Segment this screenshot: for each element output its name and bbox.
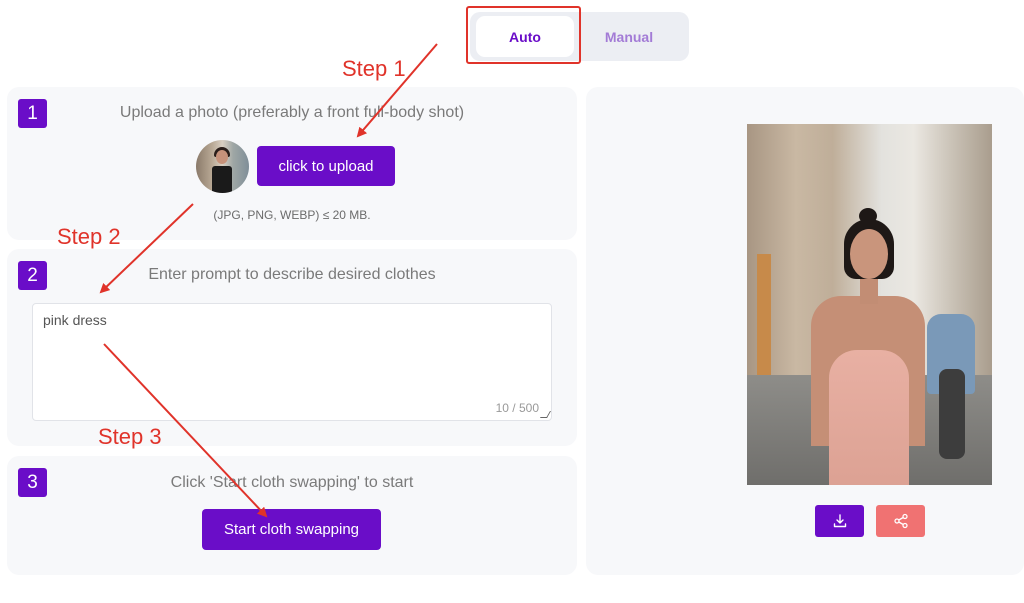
step2-panel: 2 Enter prompt to describe desired cloth… xyxy=(7,249,577,446)
annotation-step2-label: Step 2 xyxy=(57,224,121,249)
step1-title: Upload a photo (preferably a front full-… xyxy=(119,104,465,121)
result-image xyxy=(747,124,992,485)
upload-button[interactable]: click to upload xyxy=(257,146,395,186)
prompt-field-container: 10 / 500 xyxy=(32,303,552,421)
share-icon xyxy=(893,513,908,529)
start-cloth-swapping-button[interactable]: Start cloth swapping xyxy=(202,509,381,550)
step2-title: Enter prompt to describe desired clothes xyxy=(148,266,436,283)
download-button[interactable] xyxy=(815,505,864,537)
uploaded-photo-thumbnail[interactable] xyxy=(196,140,249,193)
step3-panel: 3 Click 'Start cloth swapping' to start … xyxy=(7,456,577,575)
step3-title: Click 'Start cloth swapping' to start xyxy=(170,474,414,491)
annotation-step3-label: Step 3 xyxy=(98,424,162,449)
download-icon xyxy=(833,514,846,528)
mode-manual-button[interactable]: Manual xyxy=(580,16,678,57)
mode-toggle: Auto Manual xyxy=(470,12,689,61)
mode-auto-button[interactable]: Auto xyxy=(476,16,574,57)
prompt-textarea[interactable] xyxy=(33,304,551,420)
result-panel xyxy=(586,87,1024,575)
file-format-hint: (JPG, PNG, WEBP) ≤ 20 MB. xyxy=(213,208,371,222)
step1-panel: 1 Upload a photo (preferably a front ful… xyxy=(7,87,577,240)
char-count: 10 / 500 xyxy=(495,401,539,415)
annotation-step1-label: Step 1 xyxy=(342,56,406,81)
share-button[interactable] xyxy=(876,505,925,537)
